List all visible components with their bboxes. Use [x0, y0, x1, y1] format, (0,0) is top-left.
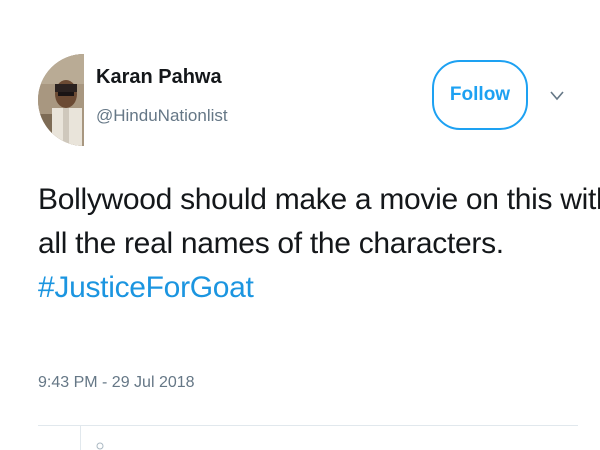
author-handle[interactable]: @HinduNationlist — [96, 106, 228, 126]
chevron-down-icon[interactable] — [548, 86, 566, 104]
stat-icon — [96, 442, 104, 450]
tweet-text: Bollywood should make a movie on this wi… — [38, 178, 600, 310]
user-avatar-icon — [38, 54, 84, 146]
tweet-text-line: all the real names of the characters. — [38, 227, 504, 260]
divider — [38, 425, 578, 426]
hashtag-link[interactable]: #JusticeForGoat — [38, 266, 578, 310]
follow-button[interactable]: Follow — [432, 60, 528, 130]
author-avatar[interactable] — [38, 54, 84, 146]
tweet-text-line: Bollywood should make a movie on this wi… — [38, 183, 600, 216]
author-name[interactable]: Karan Pahwa — [96, 66, 222, 89]
tweet-timestamp[interactable]: 9:43 PM - 29 Jul 2018 — [38, 374, 195, 392]
divider — [80, 426, 81, 450]
tweet-card: Karan Pahwa @HinduNationlist Follow Boll… — [0, 0, 600, 450]
